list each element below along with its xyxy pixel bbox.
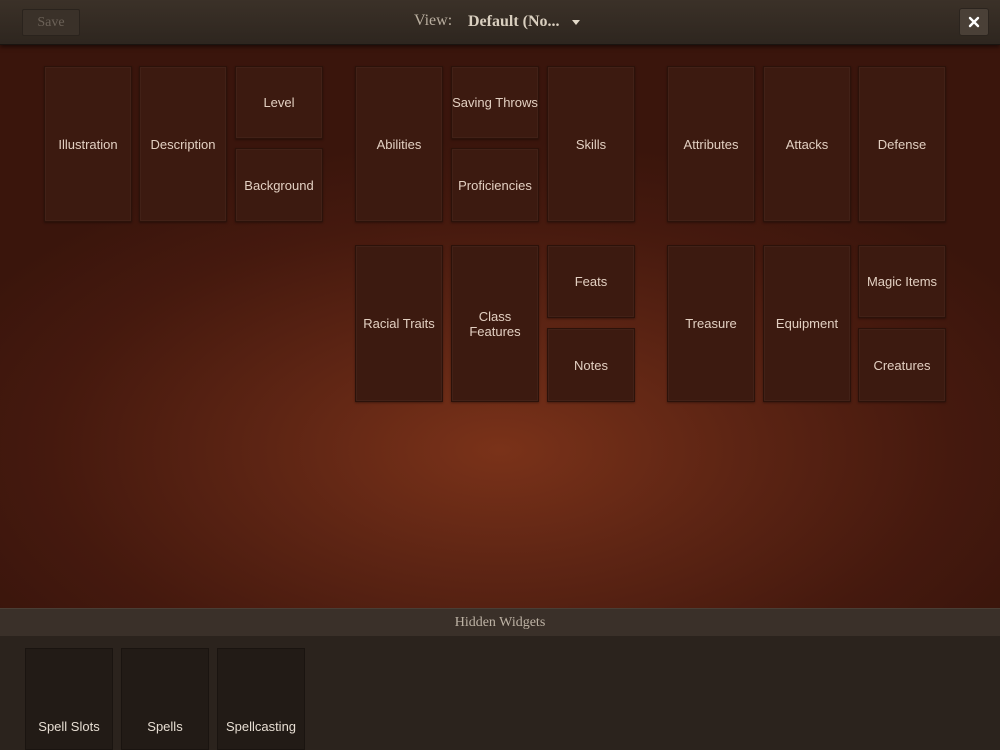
widget-magic-items[interactable]: Magic Items — [858, 245, 946, 318]
widget-notes[interactable]: Notes — [547, 328, 635, 402]
hidden-widget-spell-slots[interactable]: Spell Slots — [25, 648, 113, 750]
widget-level[interactable]: Level — [235, 66, 323, 139]
view-dropdown-value: Default (No... — [468, 13, 560, 30]
widget-racial-traits[interactable]: Racial Traits — [355, 245, 443, 402]
widget-class-features[interactable]: Class Features — [451, 245, 539, 402]
widget-skills[interactable]: Skills — [547, 66, 635, 222]
view-label: View: — [414, 12, 453, 29]
chevron-down-icon — [571, 19, 580, 25]
widget-attributes[interactable]: Attributes — [667, 66, 755, 222]
close-button[interactable] — [959, 8, 989, 36]
save-button[interactable]: Save — [22, 9, 80, 36]
top-toolbar: Save View: Default (No... — [0, 0, 1000, 45]
hidden-widget-spellcasting[interactable]: Spellcasting — [217, 648, 305, 750]
widget-treasure[interactable]: Treasure — [667, 245, 755, 402]
hidden-widgets-header: Hidden Widgets — [0, 608, 1000, 637]
view-dropdown[interactable]: Default (No... — [468, 10, 580, 34]
close-icon — [968, 16, 980, 28]
widget-creatures[interactable]: Creatures — [858, 328, 946, 402]
widget-description[interactable]: Description — [139, 66, 227, 222]
widget-equipment[interactable]: Equipment — [763, 245, 851, 402]
widget-illustration[interactable]: Illustration — [44, 66, 132, 222]
widget-background[interactable]: Background — [235, 148, 323, 222]
widget-attacks[interactable]: Attacks — [763, 66, 851, 222]
widget-abilities[interactable]: Abilities — [355, 66, 443, 222]
widget-feats[interactable]: Feats — [547, 245, 635, 318]
widget-defense[interactable]: Defense — [858, 66, 946, 222]
widget-saving-throws[interactable]: Saving Throws — [451, 66, 539, 139]
widget-proficiencies[interactable]: Proficiencies — [451, 148, 539, 222]
hidden-widget-spells[interactable]: Spells — [121, 648, 209, 750]
